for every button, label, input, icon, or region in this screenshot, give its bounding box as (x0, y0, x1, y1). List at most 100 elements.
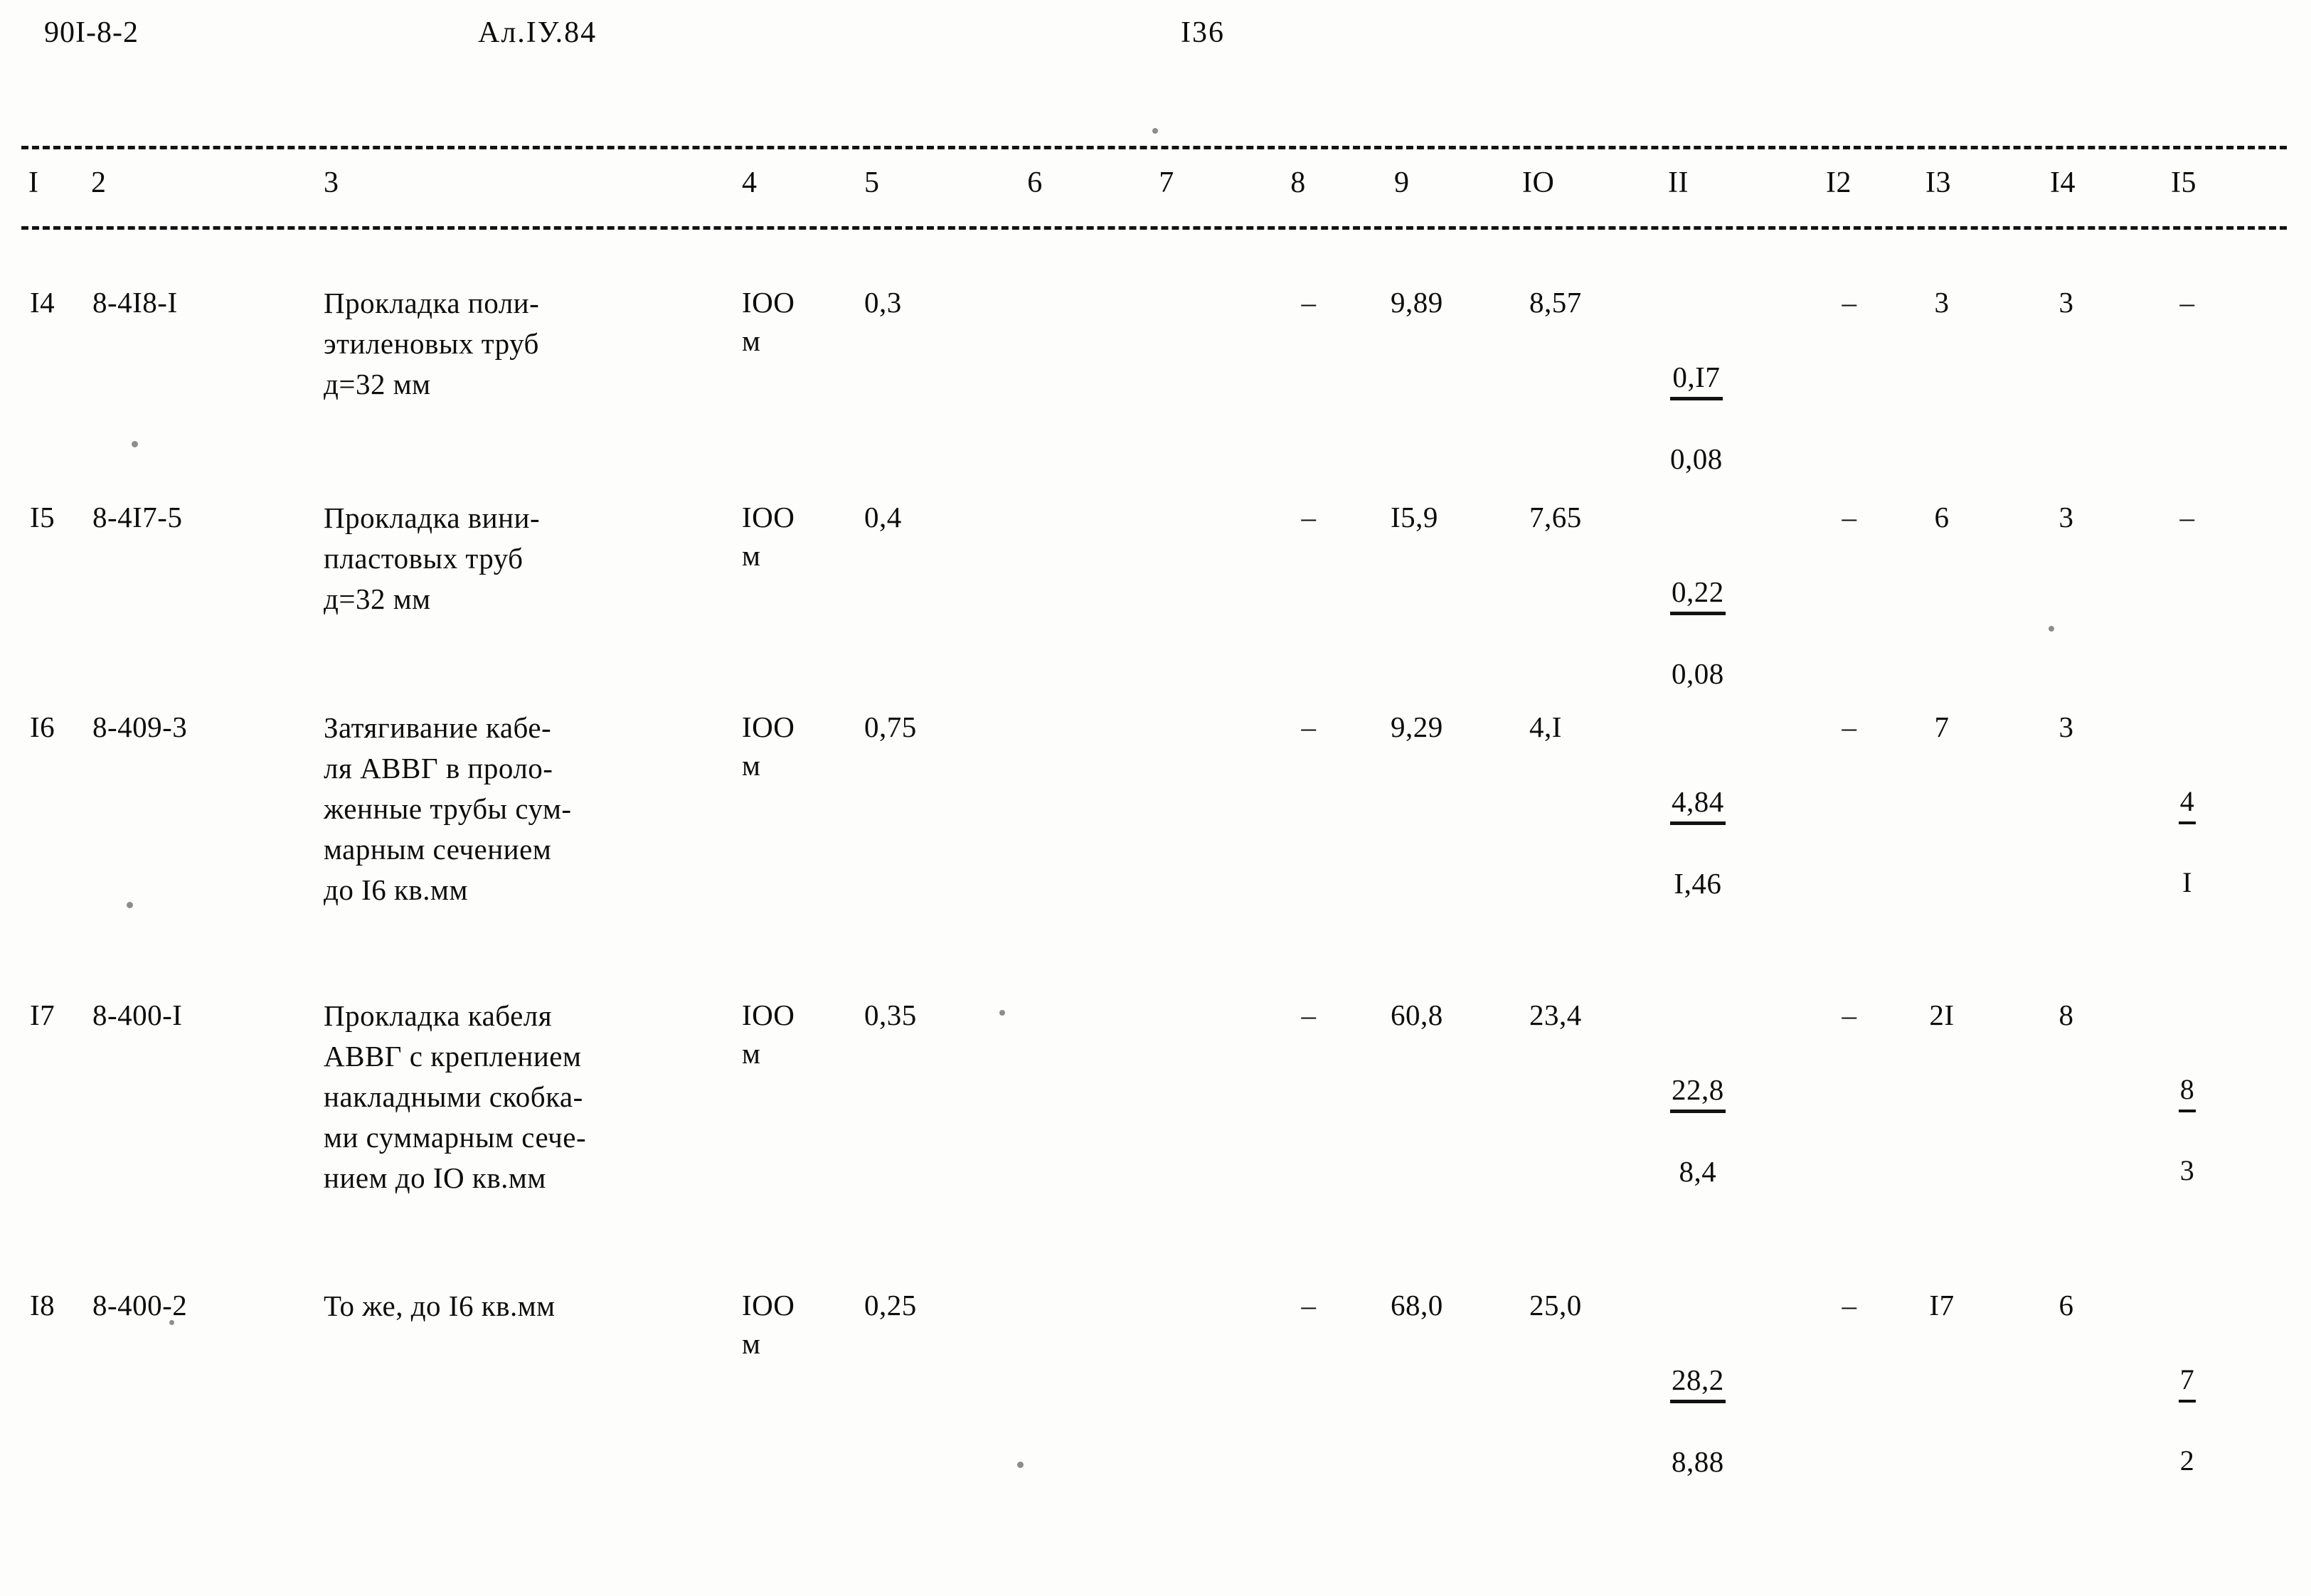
column-header-4: 4 (742, 166, 758, 199)
value-col-8: – (1301, 711, 1317, 743)
document-code: 90I-8-2 (44, 16, 139, 49)
value-col-5: 0,3 (864, 286, 902, 319)
fraction-col-11: 0,I7 0,08 (1670, 321, 1723, 514)
value-col-8: – (1301, 501, 1317, 533)
column-header-13: I3 (1925, 166, 1951, 199)
value-col-10: 7,65 (1529, 501, 1582, 533)
value-col-9: 9,29 (1391, 711, 1443, 743)
value-col-8: – (1301, 999, 1317, 1031)
document-header: 90I-8-2 Ал.IУ.84 I36 (0, 16, 2311, 65)
value-col-14: 3 (2058, 501, 2074, 533)
value-col-15: 4 I (2141, 708, 2233, 938)
fraction-numerator: 4 (2178, 783, 2196, 824)
work-description: Затягивание кабе- ля АВВГ в проло- женны… (324, 711, 572, 906)
scan-speck (127, 902, 133, 908)
norm-code: 8-409-3 (92, 711, 188, 743)
scan-speck (132, 441, 138, 447)
norm-code: 8-400-2 (92, 1289, 188, 1321)
fraction-numerator: 28,2 (1670, 1361, 1726, 1403)
work-description: То же, до I6 кв.мм (324, 1289, 556, 1322)
fraction-numerator: 4,84 (1670, 783, 1726, 825)
scan-speck (2049, 626, 2054, 632)
fraction-col-15: 8 3 (2178, 1034, 2196, 1226)
fraction-denominator: I (2182, 866, 2192, 898)
norm-code: 8-4I7-5 (92, 501, 183, 533)
column-header-11: II (1668, 166, 1689, 199)
work-description: Прокладка вини- пластовых труб д=32 мм (324, 501, 541, 615)
value-col-8: – (1301, 286, 1317, 319)
fraction-col-11: 28,2 8,88 (1670, 1324, 1726, 1517)
fraction-numerator: 7 (2178, 1361, 2196, 1403)
column-header-14: I4 (2050, 166, 2076, 199)
scan-speck (999, 1010, 1005, 1016)
fraction-denominator: 0,08 (1672, 657, 1724, 690)
value-col-5: 0,35 (864, 999, 917, 1031)
value-col-14: 3 (2058, 286, 2074, 319)
value-col-13: 2I (1929, 999, 1955, 1031)
value-col-15: – (2179, 501, 2195, 533)
fraction-denominator: 2 (2179, 1445, 2195, 1477)
fraction-numerator: 0,22 (1670, 573, 1726, 615)
value-col-14: 8 (2058, 999, 2074, 1031)
column-header-7: 7 (1159, 166, 1174, 199)
value-col-9: 9,89 (1391, 286, 1443, 319)
fraction-col-11: 4,84 I,46 (1670, 746, 1726, 939)
value-col-5: 0,25 (864, 1289, 917, 1321)
value-col-12: – (1842, 286, 1857, 319)
value-col-10: 23,4 (1529, 999, 1582, 1031)
column-header-6: 6 (1027, 166, 1043, 199)
value-col-15: – (2179, 286, 2195, 319)
value-col-10: 25,0 (1529, 1289, 1582, 1321)
table-rule-top (21, 146, 2287, 149)
value-col-14: 3 (2058, 711, 2074, 743)
fraction-col-15: 4 I (2178, 746, 2196, 938)
value-col-5: 0,4 (864, 501, 902, 533)
value-col-12: – (1842, 711, 1857, 743)
fraction-denominator: 3 (2179, 1154, 2195, 1186)
value-col-10: 4,I (1529, 711, 1562, 743)
fraction-denominator: I,46 (1674, 867, 1722, 900)
value-col-5: 0,75 (864, 711, 917, 743)
value-col-9: 60,8 (1391, 999, 1443, 1031)
fraction-col-15: 7 2 (2178, 1324, 2196, 1516)
value-col-9: 68,0 (1391, 1289, 1443, 1321)
fraction-denominator: 8,88 (1672, 1445, 1724, 1478)
measure-unit: IOO м (742, 1289, 795, 1360)
scan-speck (1152, 128, 1158, 134)
fraction-denominator: 0,08 (1670, 442, 1723, 475)
value-col-12: – (1842, 1289, 1857, 1321)
value-col-11: 0,I7 0,08 (1670, 283, 1805, 515)
norm-code: 8-4I8-I (92, 286, 178, 319)
column-header-2: 2 (91, 166, 107, 199)
column-header-3: 3 (324, 166, 339, 199)
value-col-8: – (1301, 1289, 1317, 1321)
measure-unit: IOO м (742, 999, 795, 1070)
table-rule-bottom (21, 226, 2287, 230)
value-col-13: I7 (1929, 1289, 1955, 1321)
fraction-col-11: 0,22 0,08 (1670, 536, 1726, 729)
column-header-5: 5 (864, 166, 880, 199)
fraction-denominator: 8,4 (1679, 1155, 1717, 1188)
column-header-1: I (28, 166, 39, 199)
value-col-12: – (1842, 501, 1857, 533)
row-number: I7 (30, 999, 55, 1031)
column-header-12: I2 (1826, 166, 1852, 199)
fraction-numerator: 8 (2178, 1071, 2196, 1112)
column-header-8: 8 (1290, 166, 1306, 199)
row-number: I5 (30, 501, 55, 533)
row-number: I6 (30, 711, 55, 743)
row-number: I4 (30, 286, 55, 319)
fraction-numerator: 0,I7 (1670, 358, 1723, 400)
scan-speck (1017, 1462, 1024, 1468)
value-col-13: 7 (1934, 711, 1950, 743)
album-reference: Ал.IУ.84 (478, 16, 597, 49)
value-col-11: 4,84 I,46 (1670, 708, 1805, 940)
norm-code: 8-400-I (92, 999, 183, 1031)
work-description: Прокладка кабеля АВВГ с креплением накла… (324, 999, 587, 1194)
fraction-col-11: 22,8 8,4 (1670, 1034, 1726, 1227)
value-col-11: 22,8 8,4 (1670, 996, 1805, 1228)
value-col-13: 6 (1934, 501, 1950, 533)
value-col-10: 8,57 (1529, 286, 1582, 319)
value-col-11: 28,2 8,88 (1670, 1286, 1805, 1518)
column-header-15: I5 (2171, 166, 2196, 199)
